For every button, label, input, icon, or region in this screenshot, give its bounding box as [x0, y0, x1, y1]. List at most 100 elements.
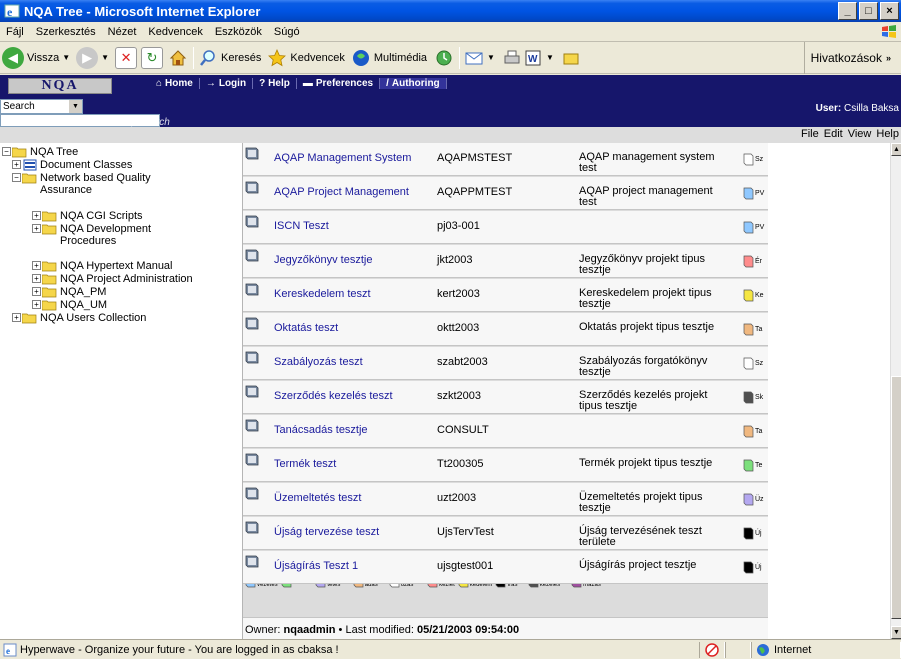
menu-tools[interactable]: Eszközök [215, 26, 262, 38]
menu-file[interactable]: Fájl [6, 26, 24, 38]
expand-icon[interactable]: + [32, 300, 41, 309]
collection-name-link[interactable]: AQAP Management System [274, 152, 411, 164]
maximize-button[interactable]: □ [859, 2, 878, 20]
collection-name-link[interactable]: Üzemeltetés teszt [274, 492, 361, 504]
home-icon[interactable] [167, 47, 189, 69]
collection-name-link[interactable]: Szerződés kezelés teszt [274, 390, 393, 402]
search-button[interactable]: Keresés [198, 45, 261, 71]
tree-item[interactable]: + NQA CGI Scripts [32, 210, 143, 222]
collection-name-link[interactable]: Kereskedelem teszt [274, 288, 371, 300]
tree-item[interactable]: + NQA Users Collection [12, 312, 146, 324]
table-row[interactable]: Kereskedelem teszt kert2003 Kereskedelem p… [243, 279, 768, 312]
tree-item[interactable]: − Network based Quality Assurance [12, 172, 237, 196]
type-book-icon [743, 221, 754, 234]
scroll-thumb[interactable] [891, 376, 901, 619]
expand-icon[interactable]: + [32, 224, 41, 233]
table-row[interactable]: Tanácsadás tesztje CONSULT Ta [243, 415, 768, 448]
file-menu-file[interactable]: File [801, 128, 819, 140]
collapse-icon[interactable]: − [2, 147, 11, 156]
nqa-logo[interactable]: NQA [8, 78, 112, 94]
nav-home[interactable]: ⌂ Home [150, 77, 200, 89]
collection-name-link[interactable]: Tanácsadás tesztje [274, 424, 368, 436]
table-row[interactable]: Újságírás Teszt 1 ujsgtest001 Újságírás pr… [243, 551, 768, 584]
nav-preferences[interactable]: ▬ Preferences [297, 77, 381, 89]
table-row[interactable]: Üzemeltetés teszt uzt2003 Üzemeltetés proj… [243, 483, 768, 516]
file-menu-help[interactable]: Help [876, 128, 899, 140]
tree-item[interactable]: + NQA_UM [32, 299, 107, 311]
collection-name-link[interactable]: Oktatás teszt [274, 322, 338, 334]
book-icon [245, 453, 259, 466]
expand-icon[interactable]: + [32, 211, 41, 220]
media-button[interactable]: Multimédia [351, 45, 427, 71]
collection-code: UjsTervTest [437, 526, 494, 538]
table-row[interactable]: Termék teszt Tt200305 Termék projekt tipus… [243, 449, 768, 482]
file-menu-edit[interactable]: Edit [824, 128, 843, 140]
folder-icon [42, 300, 57, 311]
table-row[interactable]: Szabályozás teszt szabt2003 Szabályozás fo… [243, 347, 768, 380]
vertical-scrollbar[interactable]: ▲ ▼ [890, 143, 901, 639]
print-icon[interactable] [501, 47, 523, 69]
nav-login[interactable]: → Login [200, 77, 254, 89]
expand-icon[interactable]: + [32, 287, 41, 296]
menu-view[interactable]: Nézet [108, 26, 137, 38]
security-zone: Internet [751, 641, 901, 658]
tree-item[interactable]: + NQA Hypertext Manual [32, 260, 173, 272]
history-icon[interactable] [433, 47, 455, 69]
refresh-icon[interactable]: ↻ [141, 46, 164, 69]
book-icon [245, 147, 259, 160]
menu-edit[interactable]: Szerkesztés [36, 26, 96, 38]
mail-button[interactable]: ▼ [464, 45, 495, 71]
expand-icon[interactable]: + [12, 160, 21, 169]
collection-description: Jegyzőkönyv projekt tipus tesztje [579, 253, 705, 276]
menu-help[interactable]: Súgó [274, 26, 300, 38]
type-book-icon [743, 357, 754, 370]
chevron-down-icon: ▼ [62, 53, 71, 62]
tree-root[interactable]: − NQA Tree [2, 146, 78, 158]
tree-item[interactable]: + NQA_PM [32, 286, 106, 298]
back-button[interactable]: ◀ Vissza ▼ [2, 45, 70, 71]
expand-icon[interactable]: + [32, 261, 41, 270]
user-info: User: Csilla Baksa [815, 103, 899, 114]
tree-item[interactable]: + NQA Development Procedures [32, 223, 232, 247]
folder-icon[interactable] [560, 47, 582, 69]
edit-button[interactable]: W ▼ [523, 45, 554, 71]
favorites-button[interactable]: Kedvencek [267, 45, 345, 71]
table-row[interactable]: ISCN Teszt pj03-001 PV [243, 211, 768, 244]
tree-item[interactable]: + NQA Project Administration [32, 273, 193, 285]
close-button[interactable]: × [880, 2, 899, 20]
scroll-up-icon[interactable]: ▲ [891, 143, 901, 156]
collection-name-link[interactable]: Újságírás Teszt 1 [274, 560, 358, 572]
expand-icon[interactable]: + [32, 274, 41, 283]
scroll-down-icon[interactable]: ▼ [891, 626, 901, 639]
table-row[interactable]: AQAP Management System AQAPMSTEST AQAP man… [243, 143, 768, 176]
collection-name-link[interactable]: ISCN Teszt [274, 220, 329, 232]
collection-code: pj03-001 [437, 220, 480, 232]
table-row[interactable]: Szerződés kezelés teszt szkt2003 Szerződés… [243, 381, 768, 414]
collection-code: kert2003 [437, 288, 480, 300]
collection-name-link[interactable]: Szabályozás teszt [274, 356, 363, 368]
file-menu-view[interactable]: View [848, 128, 872, 140]
tree-item[interactable]: + Document Classes [12, 159, 132, 171]
page-content: NQA Search ▼ ⚲ Search ⌂ Home → Login ? Help… [0, 75, 901, 639]
collapse-icon[interactable]: − [12, 173, 21, 182]
blocked-popup-icon[interactable] [699, 641, 725, 658]
collection-name-link[interactable]: Termék teszt [274, 458, 336, 470]
links-bar[interactable]: Hivatkozások » [803, 42, 901, 74]
expand-icon[interactable]: + [12, 313, 21, 322]
table-row[interactable]: AQAP Project Management AQAPPMTEST AQAP pr… [243, 177, 768, 210]
minimize-button[interactable]: _ [838, 2, 857, 20]
nav-help[interactable]: ? Help [253, 77, 297, 89]
collection-name-link[interactable]: Jegyzőkönyv tesztje [274, 254, 372, 266]
menu-bar: Fájl Szerkesztés Nézet Kedvencek Eszközö… [0, 22, 901, 42]
table-row[interactable]: Újság tervezése teszt UjsTervTest Újság te… [243, 517, 768, 550]
home-icon: ⌂ [156, 77, 163, 89]
forward-button[interactable]: ▶ ▼ [76, 45, 109, 71]
collection-name-link[interactable]: AQAP Project Management [274, 186, 409, 198]
collection-name-link[interactable]: Újság tervezése teszt [274, 526, 379, 538]
stop-icon[interactable]: ✕ [115, 46, 138, 69]
table-row[interactable]: Jegyzőkönyv tesztje jkt2003 Jegyzőkönyv pr… [243, 245, 768, 278]
search-scope-select[interactable]: Search ▼ [0, 99, 83, 114]
menu-favorites[interactable]: Kedvencek [148, 26, 202, 38]
nav-authoring[interactable]: / Authoring [380, 77, 447, 89]
table-row[interactable]: Oktatás teszt oktt2003 Oktatás projekt tip… [243, 313, 768, 346]
